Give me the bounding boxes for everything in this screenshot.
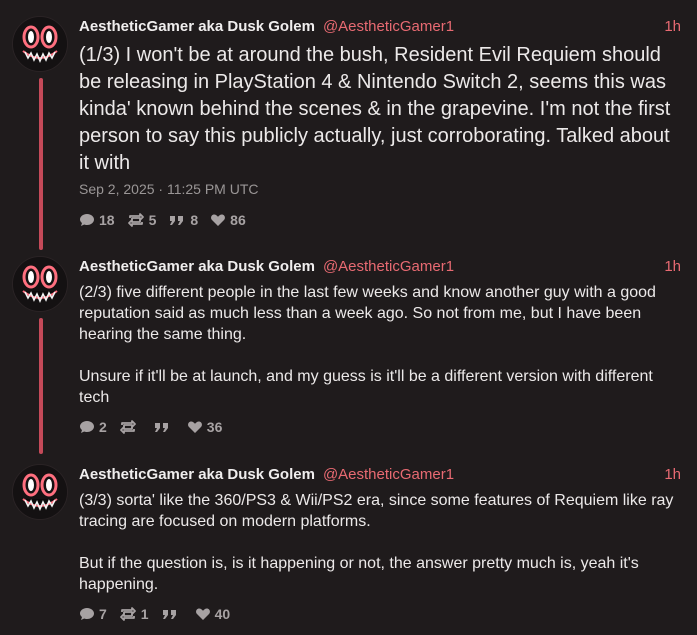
post-content: AestheticGamer aka Dusk Golem @Aesthetic… xyxy=(79,16,681,231)
post-content: AestheticGamer aka Dusk Golem @Aesthetic… xyxy=(79,256,681,438)
post-content: AestheticGamer aka Dusk Golem @Aesthetic… xyxy=(79,464,681,625)
post-text: (3/3) sorta' like the 360/PS3 & Wii/PS2 … xyxy=(79,492,674,593)
post-header: AestheticGamer aka Dusk Golem @Aesthetic… xyxy=(79,16,681,38)
thread-connector-line xyxy=(39,318,43,454)
post-text: (2/3) five different people in the last … xyxy=(79,284,656,406)
repost-count: 5 xyxy=(148,212,157,228)
creepy-face-avatar-icon xyxy=(13,257,67,311)
avatar-column xyxy=(12,464,68,520)
heart-icon xyxy=(195,608,210,620)
post-actions: 7 1 40 xyxy=(79,603,681,625)
reply-button[interactable]: 7 xyxy=(79,606,107,622)
creepy-face-avatar-icon xyxy=(13,465,67,519)
post-text: (1/3) I won't be at around the bush, Res… xyxy=(79,44,671,174)
heart-icon xyxy=(211,214,226,226)
user-handle[interactable]: @AestheticGamer1 xyxy=(323,464,454,486)
reply-count: 7 xyxy=(99,606,107,622)
quote-button[interactable] xyxy=(153,419,175,435)
post-header: AestheticGamer aka Dusk Golem @Aesthetic… xyxy=(79,256,681,278)
thread-connector-line xyxy=(39,78,43,250)
repost-button[interactable] xyxy=(119,419,141,435)
reply-count: 2 xyxy=(99,419,107,435)
time-ago[interactable]: 1h xyxy=(664,256,681,278)
post-header: AestheticGamer aka Dusk Golem @Aesthetic… xyxy=(79,464,681,486)
like-button[interactable]: 36 xyxy=(187,419,223,435)
display-name[interactable]: AestheticGamer aka Dusk Golem xyxy=(79,16,315,38)
reply-button[interactable]: 18 xyxy=(79,212,115,228)
quote-marks-icon xyxy=(154,423,168,432)
time-ago[interactable]: 1h xyxy=(664,16,681,38)
display-name[interactable]: AestheticGamer aka Dusk Golem xyxy=(79,464,315,486)
quote-marks-icon xyxy=(162,610,176,619)
avatar-column xyxy=(12,256,68,312)
heart-icon xyxy=(187,421,202,433)
repost-button[interactable]: 1 xyxy=(119,606,149,622)
reply-button[interactable]: 2 xyxy=(79,419,107,435)
quote-count: 8 xyxy=(190,212,199,228)
avatar[interactable] xyxy=(12,256,68,312)
speech-bubble-icon xyxy=(80,421,94,433)
reply-count: 18 xyxy=(99,212,115,228)
speech-bubble-icon xyxy=(80,608,94,620)
like-button[interactable]: 40 xyxy=(195,606,231,622)
user-handle[interactable]: @AestheticGamer1 xyxy=(323,256,454,278)
quote-button[interactable] xyxy=(161,606,183,622)
post-actions: 2 36 xyxy=(79,416,681,438)
display-name[interactable]: AestheticGamer aka Dusk Golem xyxy=(79,256,315,278)
post-actions: 18 5 8 86 xyxy=(79,209,681,231)
repost-arrows-icon xyxy=(127,213,144,227)
like-count: 86 xyxy=(230,212,246,228)
avatar[interactable] xyxy=(12,464,68,520)
thread-view: AestheticGamer aka Dusk Golem @Aesthetic… xyxy=(0,0,697,635)
repost-arrows-icon xyxy=(119,420,136,434)
creepy-face-avatar-icon xyxy=(13,17,67,71)
avatar[interactable] xyxy=(12,16,68,72)
avatar-column xyxy=(12,16,68,72)
like-count: 40 xyxy=(214,606,231,622)
like-count: 36 xyxy=(206,419,223,435)
user-handle[interactable]: @AestheticGamer1 xyxy=(323,16,454,38)
time-ago[interactable]: 1h xyxy=(664,464,681,486)
like-button[interactable]: 86 xyxy=(210,212,246,228)
quote-button[interactable]: 8 xyxy=(168,212,198,228)
speech-bubble-icon xyxy=(80,214,94,226)
repost-button[interactable]: 5 xyxy=(127,212,157,228)
repost-arrows-icon xyxy=(119,607,136,621)
quote-marks-icon xyxy=(170,216,184,225)
repost-count: 1 xyxy=(140,606,149,622)
post-timestamp[interactable]: Sep 2, 2025 · 11:25 PM UTC xyxy=(79,181,681,197)
